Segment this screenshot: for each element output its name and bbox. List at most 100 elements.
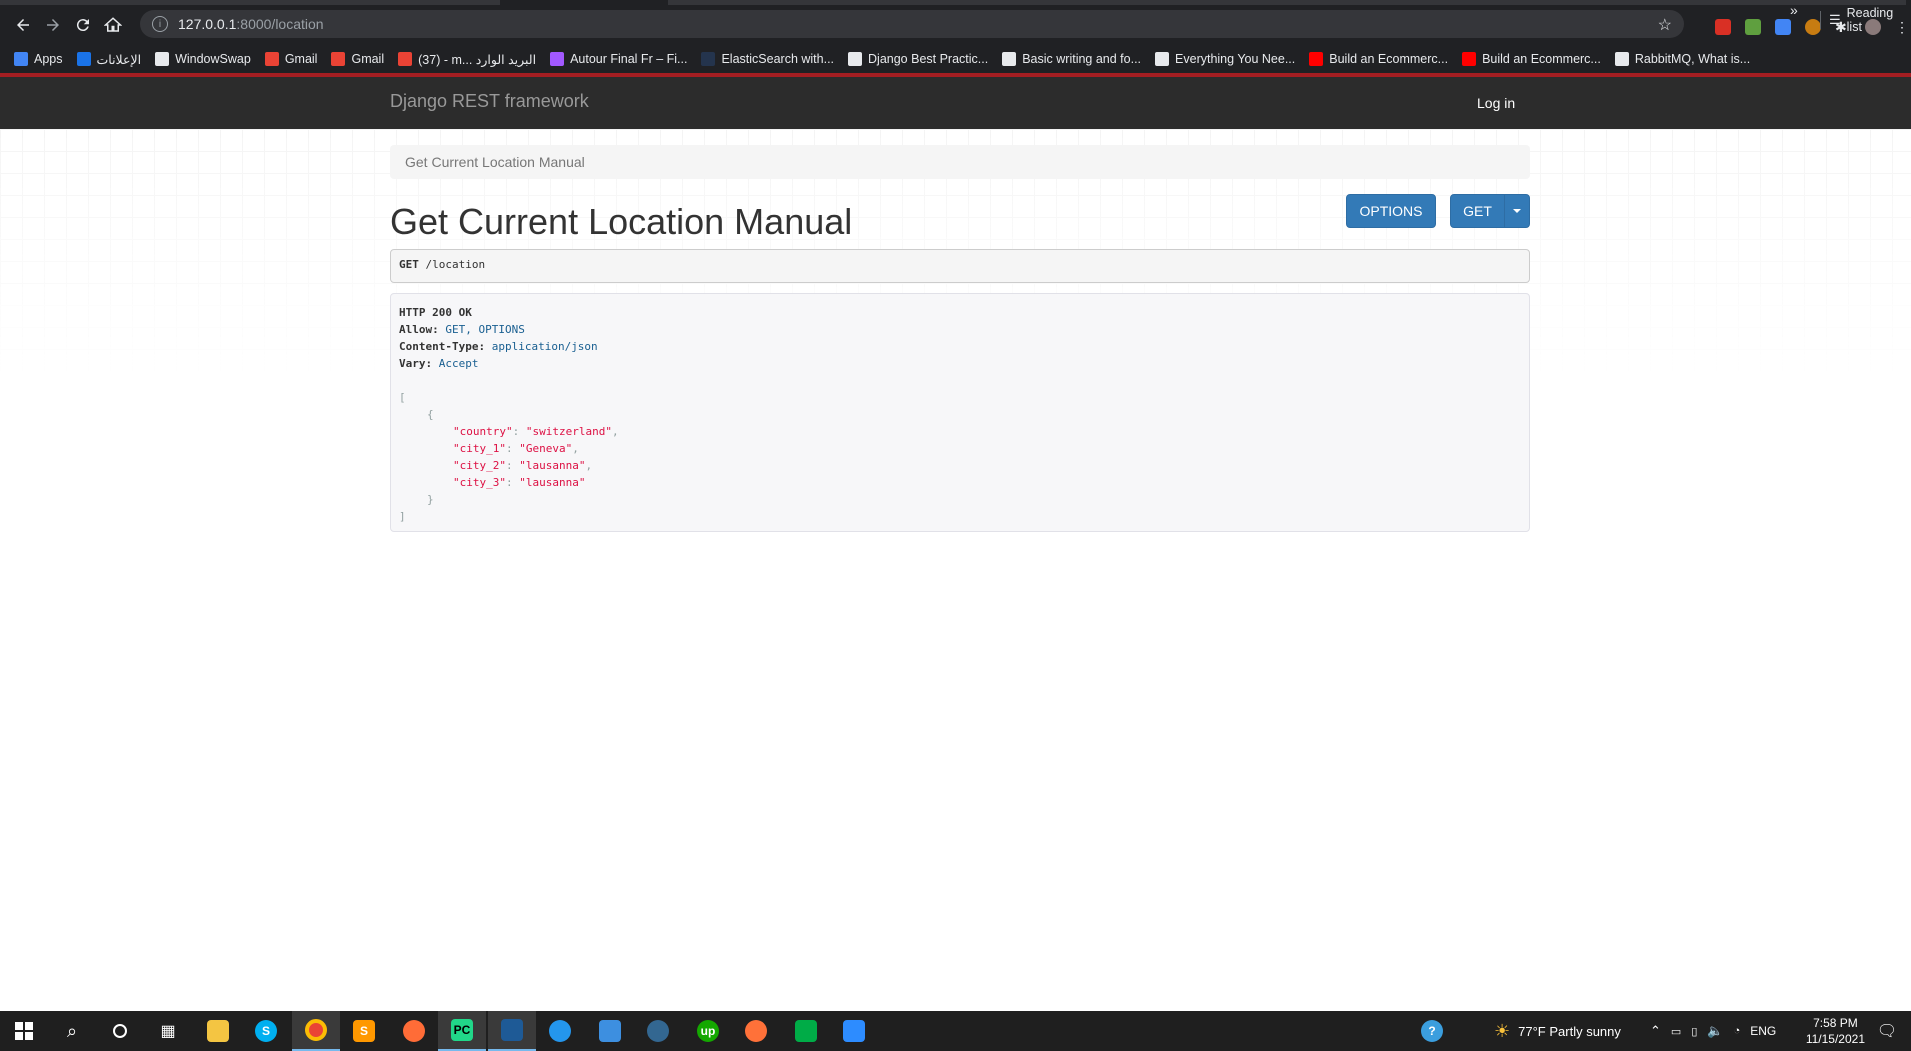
bookmark-item[interactable]: Basic writing and fo... bbox=[1002, 52, 1141, 66]
vscode-icon[interactable] bbox=[488, 1011, 536, 1051]
zoom-icon[interactable] bbox=[830, 1011, 878, 1051]
url-host: 127.0.0.1 bbox=[178, 16, 237, 32]
file-explorer-icon[interactable] bbox=[194, 1011, 242, 1051]
task-view-icon[interactable]: ▦ bbox=[144, 1011, 192, 1051]
network-icon[interactable]: ▭ bbox=[1671, 1025, 1681, 1038]
json-comma: , bbox=[611, 425, 619, 438]
extension-icon[interactable] bbox=[1745, 19, 1761, 35]
skype-icon[interactable]: S bbox=[242, 1011, 290, 1051]
breadcrumb: Get Current Location Manual bbox=[390, 145, 1530, 179]
login-link[interactable]: Log in bbox=[1477, 95, 1515, 111]
help-icon[interactable]: ? bbox=[1408, 1011, 1456, 1051]
system-tray: ⌃ ▭ ▯ 🔈 ◔ ENG bbox=[1650, 1011, 1776, 1051]
extension-icon[interactable] bbox=[1805, 19, 1821, 35]
bookmark-favicon-icon bbox=[155, 52, 170, 66]
json-field: "city_1": "Geneva", bbox=[399, 440, 1521, 457]
bookmarks-more-icon[interactable]: » bbox=[1790, 2, 1798, 18]
cortana-icon[interactable] bbox=[96, 1011, 144, 1051]
bookmark-favicon-icon bbox=[331, 52, 346, 66]
sublime-icon[interactable]: S bbox=[340, 1011, 388, 1051]
bookmark-item[interactable]: Build an Ecommerc... bbox=[1462, 52, 1601, 66]
bookmark-item[interactable]: Autour Final Fr – Fi... bbox=[550, 52, 687, 66]
apps-grid-icon bbox=[14, 52, 28, 66]
docker-icon[interactable] bbox=[536, 1011, 584, 1051]
brand-link[interactable]: Django REST framework bbox=[390, 91, 589, 112]
clock-time: 7:58 PM bbox=[1813, 1016, 1858, 1030]
reload-icon[interactable] bbox=[68, 10, 98, 40]
bookmark-item[interactable]: RabbitMQ, What is... bbox=[1614, 52, 1751, 66]
address-bar[interactable]: i 127.0.0.1:8000/location ☆ bbox=[140, 10, 1684, 38]
home-icon[interactable] bbox=[98, 10, 128, 40]
site-info-icon[interactable]: i bbox=[152, 16, 168, 32]
start-icon[interactable] bbox=[0, 1011, 48, 1051]
content-container: Get Current Location Manual Get Current … bbox=[390, 129, 1530, 532]
weather-text: 77°F Partly sunny bbox=[1518, 1023, 1621, 1039]
postman-icon[interactable] bbox=[390, 1011, 438, 1051]
json-comma: , bbox=[585, 459, 593, 472]
get-format-dropdown[interactable] bbox=[1504, 194, 1530, 228]
bookmark-label: Apps bbox=[34, 52, 63, 66]
clock[interactable]: 7:58 PM 11/15/2021 bbox=[1806, 1015, 1865, 1047]
get-button[interactable]: GET bbox=[1450, 194, 1505, 228]
bookmark-item[interactable]: Gmail bbox=[264, 52, 317, 66]
bookmark-label: (37) - m... البريد الوارد bbox=[418, 52, 537, 67]
json-colon: : bbox=[505, 459, 520, 472]
bookmark-item[interactable]: ElasticSearch with... bbox=[701, 52, 834, 66]
translate-icon[interactable] bbox=[1775, 19, 1791, 35]
header-value: GET, OPTIONS bbox=[445, 323, 525, 336]
bookmark-item[interactable]: Build an Ecommerc... bbox=[1309, 52, 1448, 66]
json-comma: , bbox=[572, 442, 579, 455]
weather-widget[interactable]: ☀ 77°F Partly sunny bbox=[1494, 1011, 1621, 1051]
json-colon: : bbox=[512, 425, 526, 438]
bookmark-label: Build an Ecommerc... bbox=[1329, 52, 1449, 66]
bookmark-item[interactable]: Apps bbox=[14, 52, 63, 66]
extension-icon[interactable] bbox=[1715, 19, 1731, 35]
back-icon[interactable] bbox=[8, 10, 38, 40]
bookmark-favicon-icon bbox=[701, 52, 716, 66]
notifications-icon[interactable]: 🗨 bbox=[1863, 1011, 1911, 1051]
page-title: Get Current Location Manual bbox=[390, 201, 853, 242]
bookmark-label: Everything You Nee... bbox=[1175, 52, 1296, 66]
language-indicator[interactable]: ENG bbox=[1750, 1024, 1776, 1038]
bookmark-item[interactable]: Django Best Practic... bbox=[848, 52, 988, 66]
weather-icon: ☀ bbox=[1494, 1020, 1511, 1041]
json-key: "city_3" bbox=[453, 476, 506, 489]
bookmark-item[interactable]: Gmail bbox=[331, 52, 384, 66]
upwork-icon[interactable]: up bbox=[684, 1011, 732, 1051]
header-value: application/json bbox=[491, 340, 598, 353]
app-icon[interactable] bbox=[586, 1011, 634, 1051]
bookmark-item[interactable]: الإعلانات bbox=[76, 52, 141, 67]
json-fields: "country": "switzerland", "city_1": "Gene… bbox=[399, 423, 1521, 491]
postgres-icon[interactable] bbox=[634, 1011, 682, 1051]
bookmark-item[interactable]: (37) - m... البريد الوارد bbox=[398, 52, 536, 67]
battery-icon[interactable]: ▯ bbox=[1691, 1025, 1697, 1038]
caret-down-icon bbox=[1513, 209, 1521, 213]
wifi-icon[interactable]: ◔ bbox=[1734, 1025, 1741, 1037]
options-button[interactable]: OPTIONS bbox=[1346, 194, 1436, 228]
search-icon[interactable]: ⌕ bbox=[48, 1011, 96, 1051]
volume-icon[interactable]: 🔈 bbox=[1707, 1023, 1723, 1039]
bookmark-item[interactable]: WindowSwap bbox=[155, 52, 251, 66]
bookmark-favicon-icon bbox=[1309, 52, 1324, 66]
json-value: "lausanna" bbox=[519, 476, 586, 489]
json-field: "city_3": "lausanna" bbox=[399, 474, 1521, 491]
meet-icon[interactable] bbox=[782, 1011, 830, 1051]
pycharm-icon[interactable]: PC bbox=[438, 1011, 486, 1051]
chrome-icon[interactable] bbox=[292, 1011, 340, 1051]
breadcrumb-item[interactable]: Get Current Location Manual bbox=[405, 154, 585, 170]
bookmark-item[interactable]: Everything You Nee... bbox=[1155, 52, 1295, 66]
bookmark-star-icon[interactable]: ☆ bbox=[1658, 15, 1672, 35]
firefox-icon[interactable] bbox=[732, 1011, 780, 1051]
bookmark-favicon-icon bbox=[1155, 52, 1170, 66]
json-field: "city_2": "lausanna", bbox=[399, 457, 1521, 474]
request-path: /location bbox=[425, 258, 486, 271]
header-key: Content-Type: bbox=[399, 340, 486, 353]
bookmark-label: RabbitMQ, What is... bbox=[1634, 52, 1751, 66]
forward-icon[interactable] bbox=[38, 10, 68, 40]
reading-list-label: Reading list bbox=[1846, 6, 1894, 34]
page-header: Get Current Location Manual OPTIONS GET bbox=[390, 179, 1530, 249]
reading-list-button[interactable]: ☰ Reading list bbox=[1820, 6, 1911, 34]
bookmark-favicon-icon bbox=[1462, 52, 1477, 66]
chevron-up-icon[interactable]: ⌃ bbox=[1650, 1023, 1661, 1039]
bookmark-favicon-icon bbox=[1614, 52, 1629, 66]
